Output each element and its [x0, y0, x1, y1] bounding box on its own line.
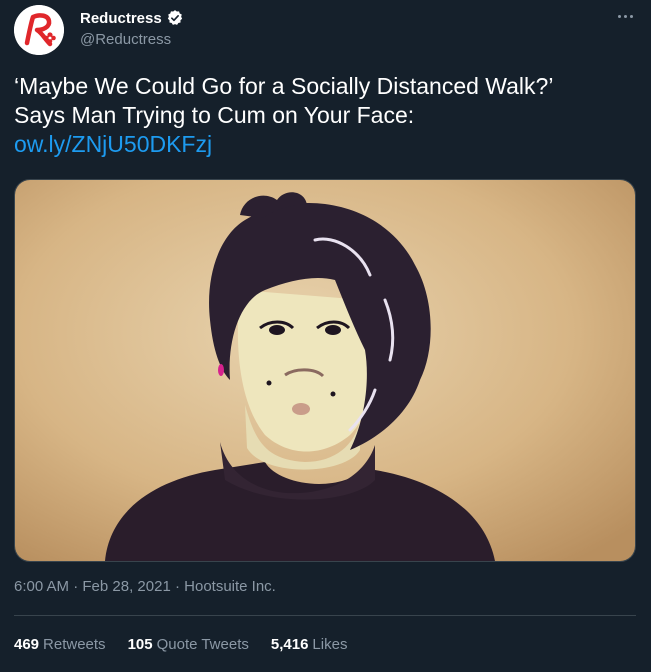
retweets-label: Retweets: [43, 636, 106, 653]
tweet: Reductress @Reductress ‘Maybe We Could G…: [0, 0, 651, 672]
tweet-meta: 6:00 AM · Feb 28, 2021 · Hootsuite Inc.: [14, 578, 276, 595]
separator-dot: ·: [73, 578, 83, 595]
more-options-icon[interactable]: [612, 6, 638, 26]
tweet-text-line-1: ‘Maybe We Could Go for a Socially Distan…: [14, 73, 554, 99]
quote-tweets-label: Quote Tweets: [156, 636, 249, 653]
tweet-text-line-2: Says Man Trying to Cum on Your Face:: [14, 102, 415, 128]
tweet-source[interactable]: Hootsuite Inc.: [184, 578, 276, 595]
tweet-stats: 469 Retweets 105 Quote Tweets 5,416 Likes: [14, 636, 347, 653]
likes-label: Likes: [312, 636, 348, 653]
retweets-count: 469: [14, 636, 40, 653]
more-dot: [629, 14, 633, 18]
quote-tweets-count: 105: [127, 636, 153, 653]
author-handle[interactable]: @Reductress: [80, 31, 171, 48]
tweet-link[interactable]: ow.ly/ZNjU50DKFzj: [14, 130, 634, 159]
tweet-media-image[interactable]: [14, 179, 636, 562]
likes-count: 5,416: [270, 636, 309, 653]
tweet-text: ‘Maybe We Could Go for a Socially Distan…: [14, 72, 634, 159]
separator-dot: ·: [174, 578, 185, 595]
tweet-time[interactable]: 6:00 AM: [14, 578, 69, 595]
more-dot: [623, 14, 627, 18]
quote-tweets-stat[interactable]: 105 Quote Tweets: [128, 636, 249, 653]
retweets-stat[interactable]: 469 Retweets: [14, 636, 106, 653]
likes-stat[interactable]: 5,416 Likes: [271, 636, 348, 653]
more-dot: [617, 14, 621, 18]
reductress-logo-icon[interactable]: [14, 5, 64, 55]
tweet-date[interactable]: Feb 28, 2021: [82, 578, 170, 595]
verified-badge-icon: [166, 9, 184, 27]
divider: [14, 615, 636, 616]
author-name-row[interactable]: Reductress: [80, 9, 184, 27]
author-display-name[interactable]: Reductress: [80, 10, 162, 27]
